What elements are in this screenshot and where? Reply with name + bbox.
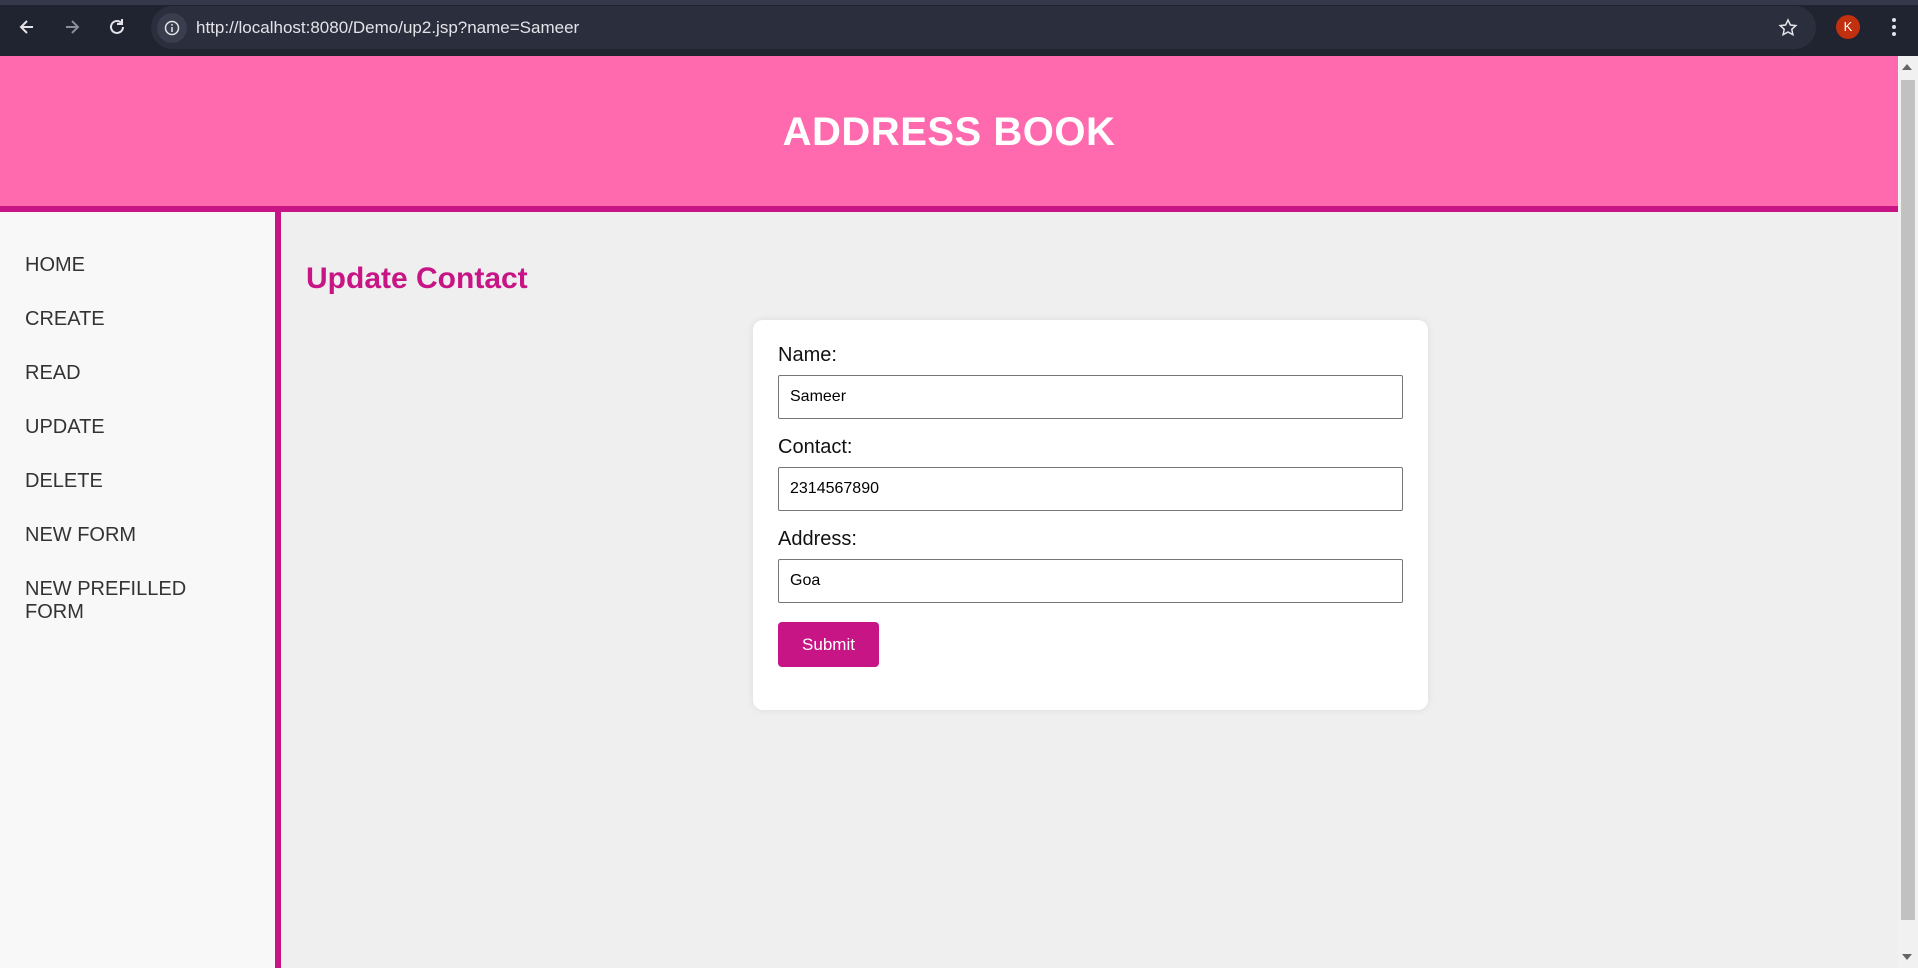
arrow-right-icon: [66, 20, 80, 34]
bookmark-star-icon[interactable]: [1774, 14, 1802, 42]
page-title: ADDRESS BOOK: [782, 109, 1116, 154]
address-bar[interactable]: http://localhost:8080/Demo/up2.jsp?name=…: [151, 6, 1816, 49]
sidebar-item-new-prefilled-form[interactable]: NEW PREFILLED FORM: [25, 578, 215, 624]
arrow-left-icon: [19, 20, 33, 34]
contact-label: Contact:: [778, 436, 853, 458]
vertical-scrollbar[interactable]: [1898, 56, 1918, 968]
sidebar-item-new-form[interactable]: NEW FORM: [25, 524, 225, 547]
kebab-menu-icon[interactable]: [1884, 13, 1904, 41]
browser-toolbar: http://localhost:8080/Demo/up2.jsp?name=…: [0, 0, 1918, 56]
page-header: ADDRESS BOOK: [0, 56, 1898, 212]
scroll-up-arrow-icon[interactable]: [1902, 64, 1912, 70]
update-contact-form: Name: Contact: Address: Submit: [753, 320, 1428, 710]
sidebar-item-create[interactable]: CREATE: [25, 308, 225, 331]
name-label: Name:: [778, 344, 837, 366]
page: ADDRESS BOOK HOME CREATE READ UPDATE DEL…: [0, 56, 1898, 968]
address-label: Address:: [778, 528, 857, 550]
url-text[interactable]: http://localhost:8080/Demo/up2.jsp?name=…: [196, 6, 579, 49]
sidebar-item-update[interactable]: UPDATE: [25, 416, 225, 439]
site-info-icon[interactable]: [157, 13, 187, 43]
reload-icon: [110, 19, 124, 34]
sidebar-item-read[interactable]: READ: [25, 362, 225, 385]
sidebar-item-delete[interactable]: DELETE: [25, 470, 225, 493]
back-button[interactable]: [11, 11, 43, 43]
section-title: Update Contact: [306, 262, 528, 295]
name-input[interactable]: [778, 375, 1403, 419]
submit-button[interactable]: Submit: [778, 622, 879, 667]
scroll-down-arrow-icon[interactable]: [1902, 954, 1912, 960]
profile-avatar[interactable]: K: [1836, 15, 1860, 39]
sidebar-item-home[interactable]: HOME: [25, 254, 225, 277]
address-input[interactable]: [778, 559, 1403, 603]
contact-input[interactable]: [778, 467, 1403, 511]
sidebar: HOME CREATE READ UPDATE DELETE NEW FORM …: [0, 212, 281, 968]
forward-button[interactable]: [56, 11, 88, 43]
main-content: Update Contact Name: Contact: Address: S…: [281, 212, 1898, 968]
reload-button[interactable]: [101, 11, 133, 43]
scroll-thumb[interactable]: [1901, 80, 1915, 920]
tab-strip-edge: [0, 0, 1918, 5]
